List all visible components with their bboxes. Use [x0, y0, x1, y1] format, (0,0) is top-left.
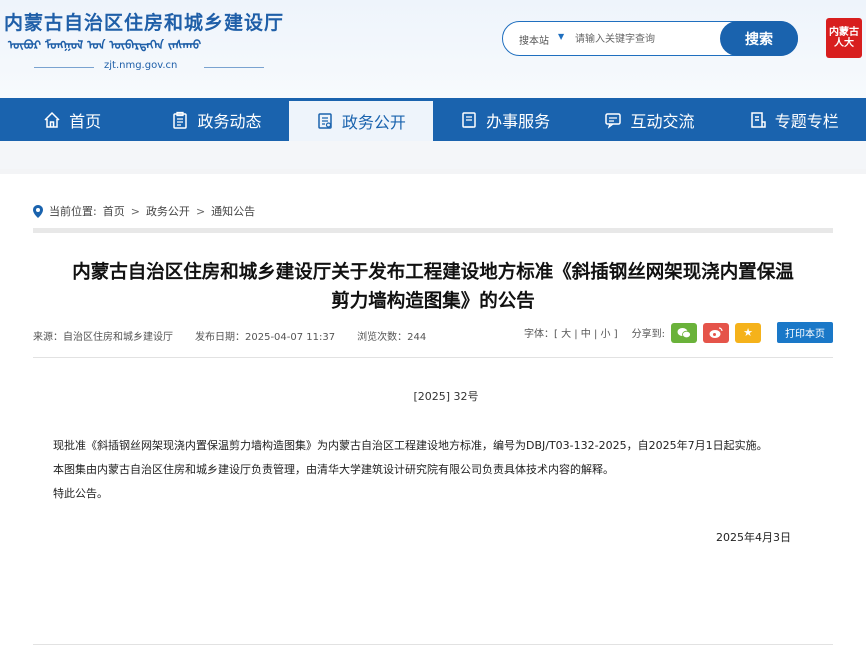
- star-icon: ★: [743, 326, 753, 339]
- share-label: 分享到:: [631, 329, 665, 340]
- breadcrumb-separator: >: [130, 204, 140, 218]
- spacer-band: [0, 141, 866, 169]
- nav-label: 互动交流: [630, 111, 695, 131]
- article-paragraph: 现批准《斜插钢丝网架现浇内置保温剪力墙构造图集》为内蒙古自治区工程建设地方标准，…: [53, 439, 768, 452]
- search-box: 搜本站 ▼ 搜索: [502, 21, 798, 56]
- article-title-line: 内蒙古自治区住房和城乡建设厅关于发布工程建设地方标准《斜插钢丝网架现浇内置保温: [72, 262, 794, 283]
- domain-line: zjt.nmg.gov.cn: [34, 60, 264, 74]
- meta-divider: [33, 357, 833, 358]
- breadcrumb-prefix: 当前位置:: [49, 205, 97, 218]
- document-number: [2025] 32号: [413, 390, 479, 403]
- site-header: 内蒙古自治区住房和城乡建设厅 ᠥᠪᠥᠷ ᠮᠣᠩᠭᠣᠯ ᠤᠨ ᠥᠪᠡᠷᠲᠡᠭᠡᠨ …: [0, 0, 866, 98]
- nav-label: 首页: [69, 111, 102, 131]
- breadcrumb-divider: [33, 228, 833, 233]
- mongolian-title: ᠥᠪᠥᠷ ᠮᠣᠩᠭᠣᠯ ᠤᠨ ᠥᠪᠡᠷᠲᠡᠭᠡᠨ ᠵᠠᠰᠠᠬᠤ: [8, 38, 202, 52]
- nav-item-open-government[interactable]: 政务公开: [288, 98, 433, 141]
- favorite-share-button[interactable]: ★: [735, 322, 761, 343]
- nav-item-news[interactable]: 政务动态: [144, 98, 288, 141]
- article-date: 发布日期：2025-04-07 11:37: [195, 332, 336, 343]
- weibo-share-button[interactable]: [703, 322, 729, 343]
- nav-label: 政务动态: [197, 111, 262, 131]
- article-card: 当前位置: 首页 > 政务公开 > 通知公告 内蒙古自治区住房和城乡建设厅关于发…: [0, 174, 866, 646]
- breadcrumb-notices[interactable]: 通知公告: [211, 203, 255, 219]
- signature-date: 2025年4月3日: [716, 531, 791, 544]
- location-pin-icon: [33, 204, 43, 218]
- seal-logo[interactable]: 内蒙古 人大: [826, 18, 862, 58]
- breadcrumb: 当前位置: 首页 > 政务公开 > 通知公告: [33, 203, 255, 219]
- nav-label: 政务公开: [341, 113, 406, 132]
- breadcrumb-separator: >: [195, 204, 206, 218]
- nav-item-services[interactable]: 办事服务: [433, 98, 577, 141]
- search-scope-select[interactable]: 搜本站: [519, 32, 549, 47]
- main-nav: 首页 政务动态 政务公开 办事服务 互动交流 专题专栏: [0, 98, 866, 141]
- bottom-divider: [33, 644, 833, 645]
- home-icon: [43, 111, 61, 129]
- search-input[interactable]: [575, 30, 715, 48]
- article-paragraph: 本图集由内蒙古自治区住房和城乡建设厅负责管理，由清华大学建筑设计研究院有限公司负…: [53, 463, 614, 476]
- article-title: 内蒙古自治区住房和城乡建设厅关于发布工程建设地方标准《斜插钢丝网架现浇内置保温 …: [20, 258, 846, 316]
- site-title[interactable]: 内蒙古自治区住房和城乡建设厅: [4, 8, 284, 35]
- article-meta: 来源：自治区住房和城乡建设厅 发布日期：2025-04-07 11:37 浏览次…: [33, 328, 426, 343]
- nav-label: 办事服务: [486, 111, 551, 131]
- search-button[interactable]: 搜索: [720, 21, 798, 56]
- wechat-icon: [677, 327, 691, 338]
- list-doc-icon: [316, 112, 334, 130]
- article-tools: 字体：[ 大 | 中 | 小 ] 分享到: ★ 打印本页: [524, 322, 833, 343]
- article-paragraph: 特此公告。: [53, 487, 108, 500]
- site-domain: zjt.nmg.gov.cn: [104, 60, 178, 71]
- document-icon: [460, 111, 478, 129]
- chat-icon: [604, 111, 622, 129]
- nav-item-home[interactable]: 首页: [0, 98, 144, 141]
- weibo-icon: [709, 326, 723, 338]
- article-title-line: 剪力墙构造图集》的公告: [331, 291, 535, 312]
- article-source: 来源：自治区住房和城乡建设厅: [33, 332, 173, 343]
- caret-down-icon[interactable]: ▼: [558, 32, 564, 41]
- nav-label: 专题专栏: [774, 111, 839, 131]
- article-views: 浏览次数：244: [357, 332, 427, 343]
- breadcrumb-home[interactable]: 首页: [103, 203, 125, 219]
- column-icon: [749, 111, 767, 129]
- nav-item-interaction[interactable]: 互动交流: [577, 98, 721, 141]
- wechat-share-button[interactable]: [671, 322, 697, 343]
- font-size-switcher[interactable]: 字体：[ 大 | 中 | 小 ]: [524, 325, 618, 340]
- article-body: 现批准《斜插钢丝网架现浇内置保温剪力墙构造图集》为内蒙古自治区工程建设地方标准，…: [53, 434, 768, 506]
- nav-item-special[interactable]: 专题专栏: [722, 98, 866, 141]
- clipboard-icon: [171, 111, 189, 129]
- print-button[interactable]: 打印本页: [777, 322, 833, 343]
- breadcrumb-open-government[interactable]: 政务公开: [146, 203, 190, 219]
